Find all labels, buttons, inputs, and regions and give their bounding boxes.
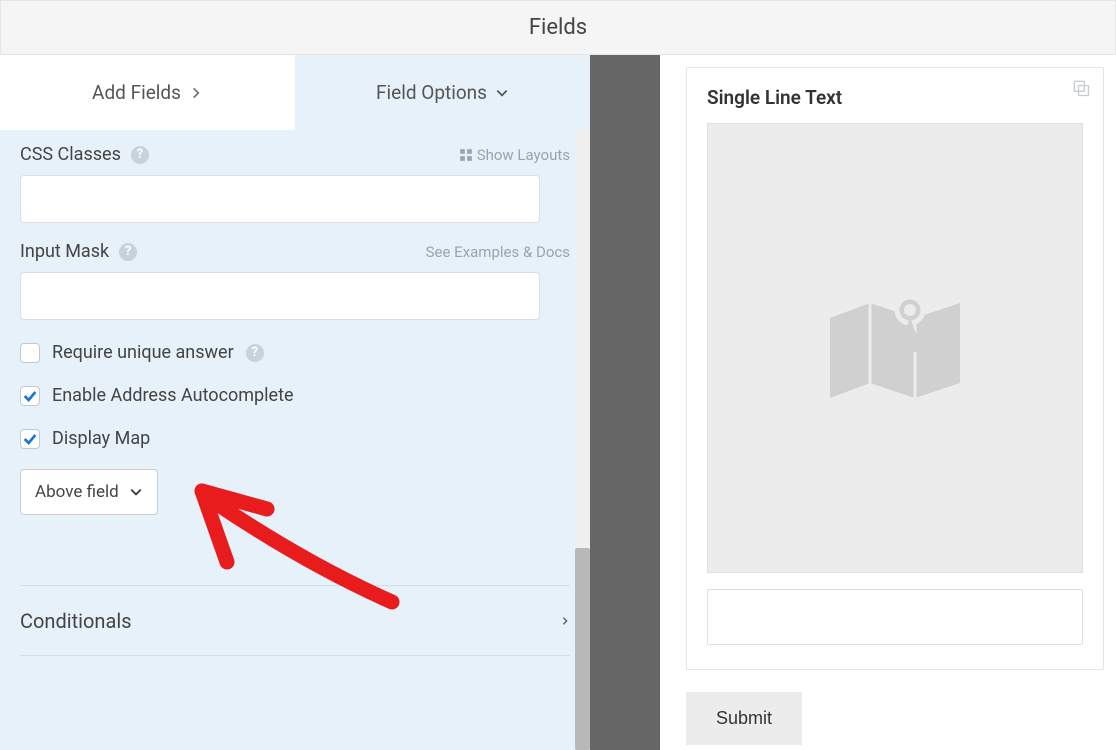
map-position-select[interactable]: Above field — [20, 469, 158, 515]
show-layouts-link[interactable]: Show Layouts — [459, 146, 570, 164]
check-icon — [22, 388, 38, 404]
right-panel: Single Line Text Submit — [660, 55, 1116, 750]
unique-answer-row[interactable]: Require unique answer ? — [20, 342, 570, 363]
input-mask-label: Input Mask — [20, 241, 109, 262]
panel-gap — [590, 55, 660, 750]
chevron-right-icon — [560, 613, 570, 629]
autocomplete-label: Enable Address Autocomplete — [52, 385, 294, 406]
duplicate-icon[interactable] — [1071, 78, 1091, 102]
chevron-down-icon — [129, 485, 143, 499]
chevron-down-icon — [495, 86, 509, 100]
help-icon[interactable]: ? — [246, 344, 264, 362]
map-position-value: Above field — [35, 482, 119, 502]
css-classes-label: CSS Classes — [20, 144, 121, 165]
tabs: Add Fields Field Options — [0, 55, 590, 130]
display-map-label: Display Map — [52, 428, 150, 449]
examples-docs-link[interactable]: See Examples & Docs — [426, 243, 570, 261]
tab-field-options-label: Field Options — [376, 81, 487, 104]
left-panel: Add Fields Field Options CSS Classes ? S… — [0, 55, 590, 750]
scrollbar-thumb[interactable] — [575, 548, 590, 750]
page-header: Fields — [0, 0, 1116, 55]
scrollbar-track[interactable] — [575, 130, 590, 750]
autocomplete-checkbox[interactable] — [20, 386, 40, 406]
tab-add-fields-label: Add Fields — [92, 81, 181, 104]
autocomplete-row[interactable]: Enable Address Autocomplete — [20, 385, 570, 406]
preview-title: Single Line Text — [707, 86, 1083, 109]
css-classes-row: CSS Classes ? Show Layouts — [20, 144, 570, 223]
display-map-checkbox[interactable] — [20, 429, 40, 449]
preview-card: Single Line Text — [686, 67, 1104, 670]
main-layout: Add Fields Field Options CSS Classes ? S… — [0, 55, 1116, 750]
conditionals-label: Conditionals — [20, 609, 132, 633]
help-icon[interactable]: ? — [131, 146, 149, 164]
map-marker-icon — [820, 278, 970, 418]
show-layouts-label: Show Layouts — [477, 146, 570, 164]
tab-add-fields[interactable]: Add Fields — [0, 55, 295, 130]
submit-button[interactable]: Submit — [686, 692, 802, 745]
map-placeholder — [707, 123, 1083, 573]
conditionals-section[interactable]: Conditionals — [20, 586, 570, 656]
help-icon[interactable]: ? — [119, 243, 137, 261]
options-body: CSS Classes ? Show Layouts Input Mask ? — [0, 130, 590, 750]
unique-answer-label: Require unique answer — [52, 342, 234, 363]
chevron-right-icon — [189, 86, 203, 100]
page-title: Fields — [529, 15, 587, 40]
css-classes-input[interactable] — [20, 175, 540, 223]
input-mask-row: Input Mask ? See Examples & Docs — [20, 241, 570, 320]
display-map-row[interactable]: Display Map — [20, 428, 570, 449]
submit-button-label: Submit — [716, 708, 772, 728]
preview-text-input[interactable] — [707, 589, 1083, 645]
unique-answer-checkbox[interactable] — [20, 343, 40, 363]
check-icon — [22, 431, 38, 447]
tab-field-options[interactable]: Field Options — [295, 55, 590, 130]
grid-icon — [459, 148, 473, 162]
input-mask-input[interactable] — [20, 272, 540, 320]
examples-docs-label: See Examples & Docs — [426, 243, 570, 261]
